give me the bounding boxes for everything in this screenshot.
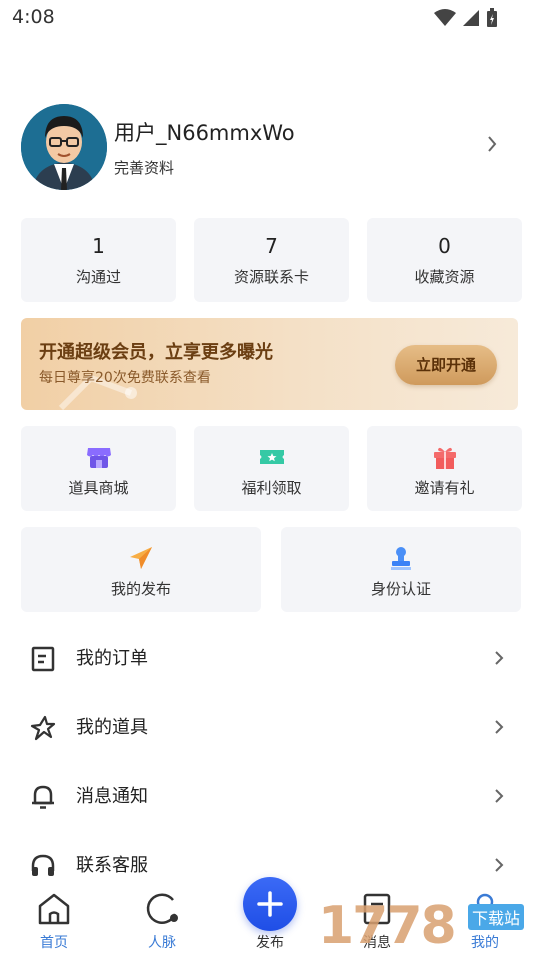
- stat-label: 沟通过: [75, 268, 121, 286]
- status-time: 4:08: [12, 6, 55, 28]
- nav-label: 人脉: [148, 935, 176, 951]
- nav-label: 首页: [40, 935, 68, 951]
- nav-publish-label[interactable]: 发布: [235, 930, 305, 952]
- menu-item-orders[interactable]: 我的订单: [0, 624, 540, 693]
- tool-label: 我的发布: [110, 580, 171, 598]
- status-icons: [434, 8, 498, 28]
- menu-item-notifications[interactable]: 消息通知: [0, 762, 540, 831]
- activate-vip-button[interactable]: 立即开通: [395, 345, 497, 385]
- avatar-image: [21, 104, 107, 190]
- chevron-right-icon: [494, 650, 504, 670]
- wifi-icon: [434, 9, 456, 26]
- nav-label: 我的: [471, 935, 499, 951]
- menu-label: 我的订单: [76, 648, 148, 669]
- profile-chevron-right-icon[interactable]: [486, 134, 498, 158]
- tool-label: 道具商城: [68, 479, 129, 497]
- stat-label: 资源联系卡: [233, 268, 309, 286]
- tool-label: 身份认证: [370, 580, 431, 598]
- tool-welfare[interactable]: 福利领取: [194, 426, 349, 511]
- banner-subtitle: 每日尊享20次免费联系查看: [39, 370, 211, 386]
- battery-icon: [487, 8, 497, 27]
- menu-label: 我的道具: [76, 717, 148, 738]
- tool-label: 福利领取: [241, 479, 302, 497]
- tool-my-posts[interactable]: 我的发布: [21, 527, 261, 612]
- id-stamp-icon: [388, 545, 414, 571]
- signal-icon: [463, 10, 479, 26]
- stat-value: 0: [438, 234, 451, 258]
- username: 用户_N66mmxWo: [114, 121, 295, 145]
- stat-contacted[interactable]: 1 沟通过: [21, 218, 176, 302]
- banner-title: 开通超级会员，立享更多曝光: [39, 342, 273, 363]
- contacts-icon: [146, 893, 178, 924]
- complete-profile-link[interactable]: 完善资料: [114, 157, 174, 178]
- menu-item-props[interactable]: 我的道具: [0, 693, 540, 762]
- bottom-nav: 首页 人脉 发布 消息 我的: [0, 877, 540, 960]
- watermark-logo: 1778: [318, 896, 457, 956]
- menu-label: 联系客服: [76, 855, 148, 876]
- stat-label: 收藏资源: [414, 268, 475, 286]
- watermark-badge: 下载站: [468, 904, 525, 930]
- paper-plane-icon: [128, 545, 154, 571]
- nav-contacts[interactable]: 人脉: [127, 892, 197, 952]
- shop-icon: [86, 444, 112, 470]
- chevron-right-icon: [494, 719, 504, 739]
- ticket-icon: [259, 444, 285, 470]
- avatar[interactable]: [21, 104, 107, 190]
- tool-invite[interactable]: 邀请有礼: [367, 426, 522, 511]
- publish-button[interactable]: [243, 877, 297, 931]
- order-icon: [30, 646, 56, 672]
- tool-props-shop[interactable]: 道具商城: [21, 426, 176, 511]
- headset-icon: [30, 853, 56, 879]
- stat-value: 1: [92, 234, 105, 258]
- props-icon: [30, 715, 56, 741]
- bell-icon: [30, 784, 56, 810]
- chevron-right-icon: [494, 788, 504, 808]
- nav-home[interactable]: 首页: [19, 892, 89, 952]
- home-icon: [38, 893, 70, 925]
- tool-label: 邀请有礼: [414, 479, 475, 497]
- tool-identity-verify[interactable]: 身份认证: [281, 527, 521, 612]
- stat-value: 7: [265, 234, 278, 258]
- stat-contact-cards[interactable]: 7 资源联系卡: [194, 218, 349, 302]
- nav-label: 发布: [256, 935, 284, 951]
- gift-icon: [432, 444, 458, 470]
- menu-label: 消息通知: [76, 786, 148, 807]
- vip-banner[interactable]: 开通超级会员，立享更多曝光 每日尊享20次免费联系查看 立即开通: [21, 318, 518, 410]
- stat-favorites[interactable]: 0 收藏资源: [367, 218, 522, 302]
- chevron-right-icon: [494, 857, 504, 877]
- plus-icon: [257, 891, 283, 917]
